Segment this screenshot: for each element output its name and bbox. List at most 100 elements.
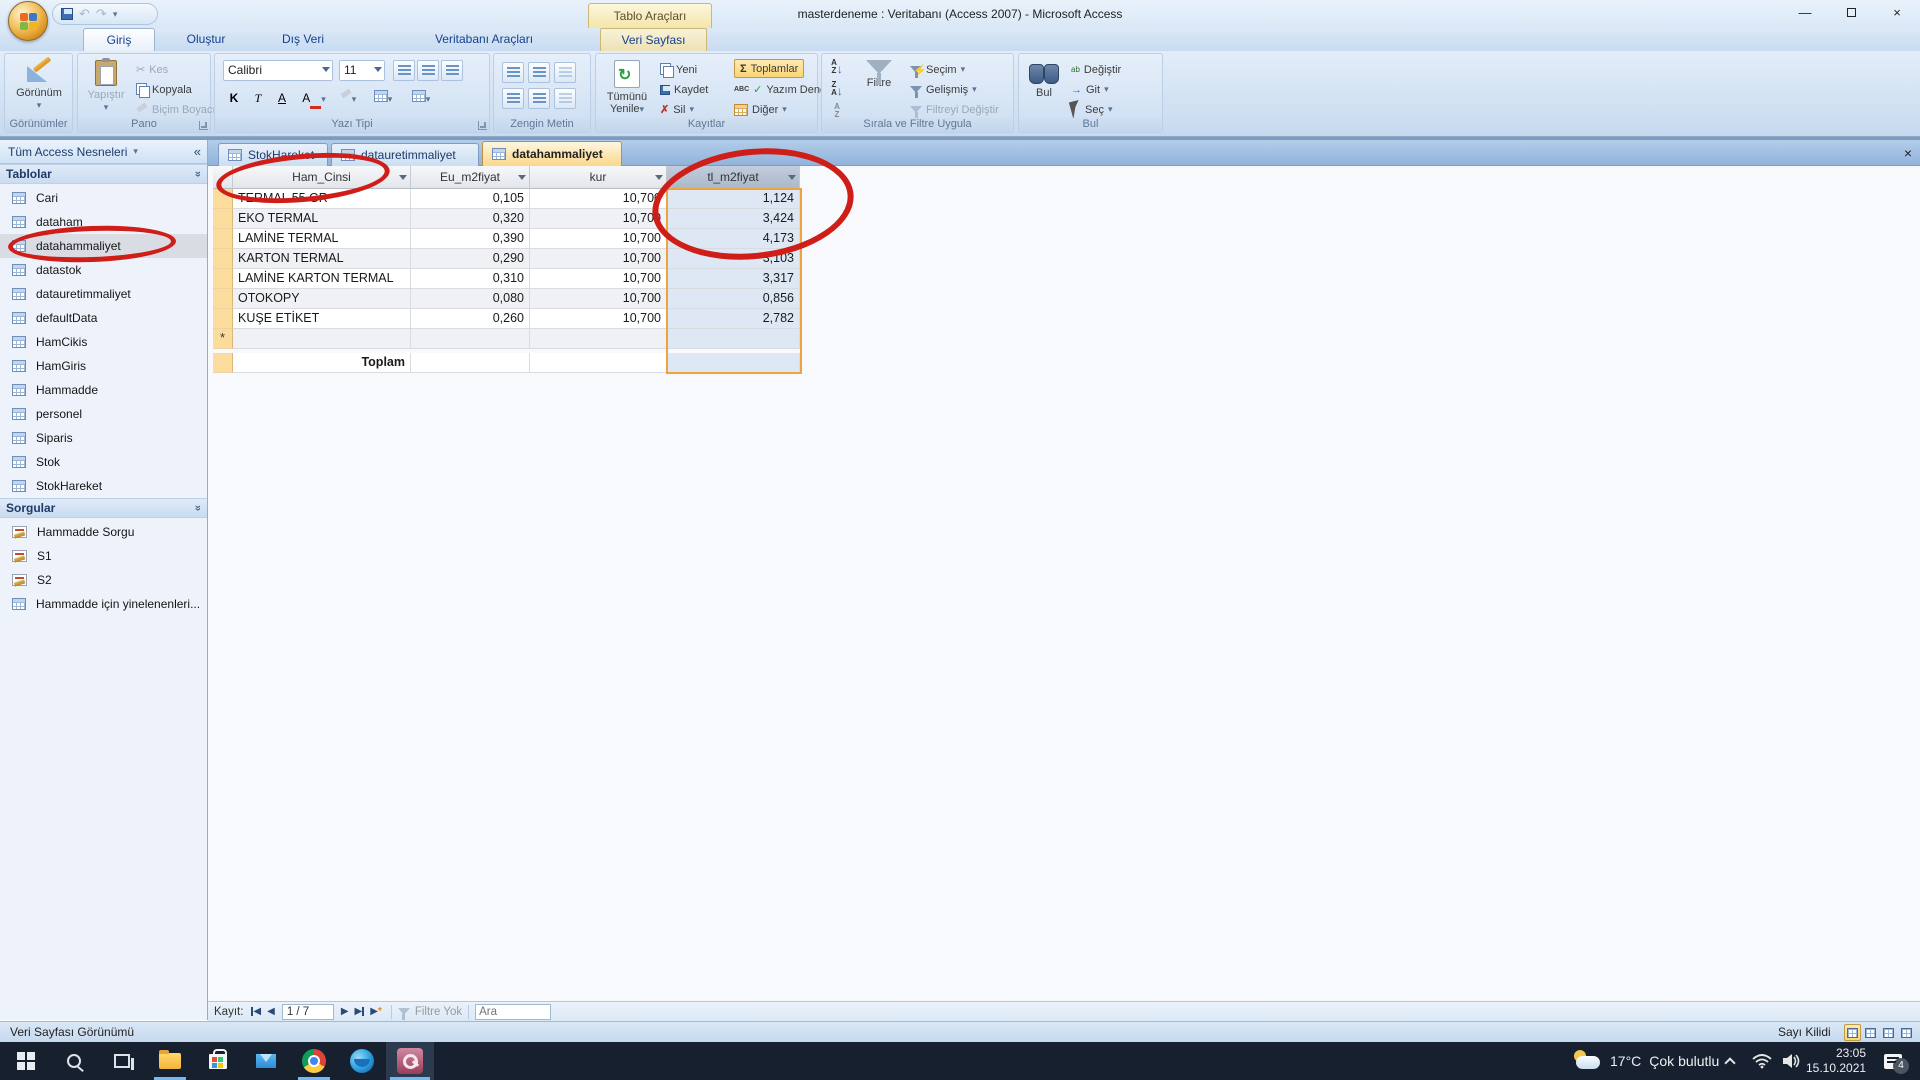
sort-descending-button[interactable]: ZA↓ [826, 80, 848, 101]
delete-record-button[interactable]: ✗ Sil ▾ [660, 100, 694, 119]
pivotchart-view-button[interactable] [1880, 1024, 1897, 1041]
align-center-button[interactable] [417, 60, 439, 81]
nav-item-defaultdata[interactable]: defaultData [0, 306, 207, 330]
mail-button[interactable] [242, 1042, 290, 1080]
column-header-tl-m2fiyat[interactable]: tl_m2fiyat [667, 166, 800, 189]
font-size-combo[interactable]: 11 [339, 60, 385, 81]
column-header-kur[interactable]: kur [530, 166, 667, 189]
cell[interactable] [233, 329, 411, 349]
close-button[interactable]: × [1874, 0, 1920, 28]
start-button[interactable] [2, 1042, 50, 1080]
dialog-launcher-icon[interactable] [199, 121, 208, 130]
cell[interactable]: 0,105 [411, 189, 530, 209]
cell[interactable]: OTOKOPY [233, 289, 411, 309]
doctab-datauretimmaliyet[interactable]: datauretimmaliyet [331, 143, 479, 166]
pivottable-view-button[interactable] [1862, 1024, 1879, 1041]
cell[interactable]: 10,700 [530, 229, 667, 249]
cell[interactable]: LAMİNE TERMAL [233, 229, 411, 249]
save-record-button[interactable]: Kaydet [660, 80, 708, 99]
cell[interactable]: 3,317 [667, 269, 800, 289]
new-record-selector[interactable]: * [213, 329, 233, 349]
cell[interactable]: 0,260 [411, 309, 530, 329]
refresh-all-button[interactable]: ↻ Tümünü Yenile▾ [600, 57, 654, 115]
task-view-button[interactable] [98, 1042, 146, 1080]
cell[interactable]: 10,700 [530, 309, 667, 329]
bulleted-list-button[interactable] [502, 88, 524, 109]
toggle-filter-button[interactable]: Filtreyi Değiştir [910, 100, 999, 119]
tab-dis-veri[interactable]: Dış Veri [253, 28, 353, 51]
nav-item-hammadde-yinelenen[interactable]: Hammadde için yinelenenleri... [0, 592, 207, 616]
align-left-button[interactable] [393, 60, 415, 81]
goto-button[interactable]: → Git ▾ [1071, 80, 1109, 99]
font-name-combo[interactable]: Calibri [223, 60, 333, 81]
cell[interactable]: TERMAL 55 GR [233, 189, 411, 209]
nav-item-datastok[interactable]: datastok [0, 258, 207, 282]
advanced-filter-button[interactable]: Gelişmiş ▾ [910, 80, 977, 99]
nav-pane-header[interactable]: Tüm Access Nesneleri ▾ « [0, 140, 207, 164]
edge-button[interactable] [338, 1042, 386, 1080]
cell[interactable]: 10,700 [530, 189, 667, 209]
access-taskbar-button[interactable] [386, 1042, 434, 1080]
cell[interactable]: LAMİNE KARTON TERMAL [233, 269, 411, 289]
tray-overflow-button[interactable] [1726, 1042, 1734, 1080]
record-selector[interactable] [213, 189, 233, 209]
column-dropdown-icon[interactable] [399, 175, 407, 180]
numbered-list-button[interactable] [528, 88, 550, 109]
totals-label-cell[interactable]: Toplam [233, 353, 411, 373]
cell[interactable] [530, 353, 667, 373]
select-button[interactable]: Seç ▾ [1071, 100, 1113, 119]
sort-ascending-button[interactable]: AZ↓ [826, 58, 848, 79]
redo-button[interactable]: ↷ [96, 6, 107, 22]
office-button[interactable] [8, 1, 48, 41]
chrome-button[interactable] [290, 1042, 338, 1080]
last-record-button[interactable]: ▶ [355, 1006, 365, 1017]
underline-button[interactable]: A [271, 87, 293, 108]
nav-item-datauretimmaliyet[interactable]: datauretimmaliyet [0, 282, 207, 306]
design-view-button[interactable] [1898, 1024, 1915, 1041]
record-selector[interactable] [213, 309, 233, 329]
record-selector[interactable] [213, 229, 233, 249]
nav-item-hammadde[interactable]: Hammadde [0, 378, 207, 402]
column-header-ham-cinsi[interactable]: Ham_Cinsi [233, 166, 411, 189]
decrease-indent-button[interactable] [502, 62, 524, 83]
cell[interactable] [667, 329, 800, 349]
italic-button[interactable]: T [247, 87, 269, 108]
nav-item-s1[interactable]: S1 [0, 544, 207, 568]
previous-record-button[interactable]: ◀ [267, 1006, 275, 1017]
notification-center-button[interactable]: 4 [1884, 1042, 1902, 1080]
nav-item-personel[interactable]: personel [0, 402, 207, 426]
clock[interactable]: 23:05 15.10.2021 [1806, 1042, 1866, 1080]
nav-item-datahammaliyet[interactable]: datahammaliyet [0, 234, 207, 258]
first-record-button[interactable]: ◀ [251, 1006, 261, 1017]
cell[interactable]: 3,424 [667, 209, 800, 229]
record-selector[interactable] [213, 289, 233, 309]
increase-indent-button[interactable] [528, 62, 550, 83]
cell[interactable]: 4,173 [667, 229, 800, 249]
totals-button[interactable]: Σ Toplamlar [734, 59, 804, 78]
cell[interactable]: 10,700 [530, 249, 667, 269]
font-color-button[interactable]: A▾ [299, 87, 329, 108]
copy-button[interactable]: Kopyala [136, 80, 192, 99]
weather-widget[interactable]: 17°C Çok bulutlu [1572, 1042, 1719, 1080]
format-painter-button[interactable]: Biçim Boyacısı [136, 100, 224, 119]
column-dropdown-icon[interactable] [788, 175, 796, 180]
nav-item-s2[interactable]: S2 [0, 568, 207, 592]
paste-button[interactable]: Yapıştır ▾ [82, 57, 130, 113]
column-dropdown-icon[interactable] [655, 175, 663, 180]
cell[interactable]: 2,782 [667, 309, 800, 329]
nav-item-hamgiris[interactable]: HamGiris [0, 354, 207, 378]
cell[interactable] [667, 353, 800, 373]
doctab-stokhareket[interactable]: StokHareket [218, 143, 328, 166]
cell[interactable]: KARTON TERMAL [233, 249, 411, 269]
cell[interactable]: EKO TERMAL [233, 209, 411, 229]
wifi-button[interactable] [1752, 1042, 1772, 1080]
dialog-launcher-icon[interactable] [478, 121, 487, 130]
undo-button[interactable]: ↶ [79, 6, 90, 22]
superscript-button[interactable] [554, 88, 576, 109]
alt-fill-button[interactable]: ▾ [405, 87, 437, 108]
find-button[interactable]: Bul [1023, 57, 1065, 99]
filter-button[interactable]: Filtre [856, 57, 902, 89]
search-input[interactable] [475, 1004, 551, 1020]
close-document-icon[interactable]: × [1904, 144, 1912, 162]
shutter-close-icon[interactable]: « [194, 144, 201, 159]
